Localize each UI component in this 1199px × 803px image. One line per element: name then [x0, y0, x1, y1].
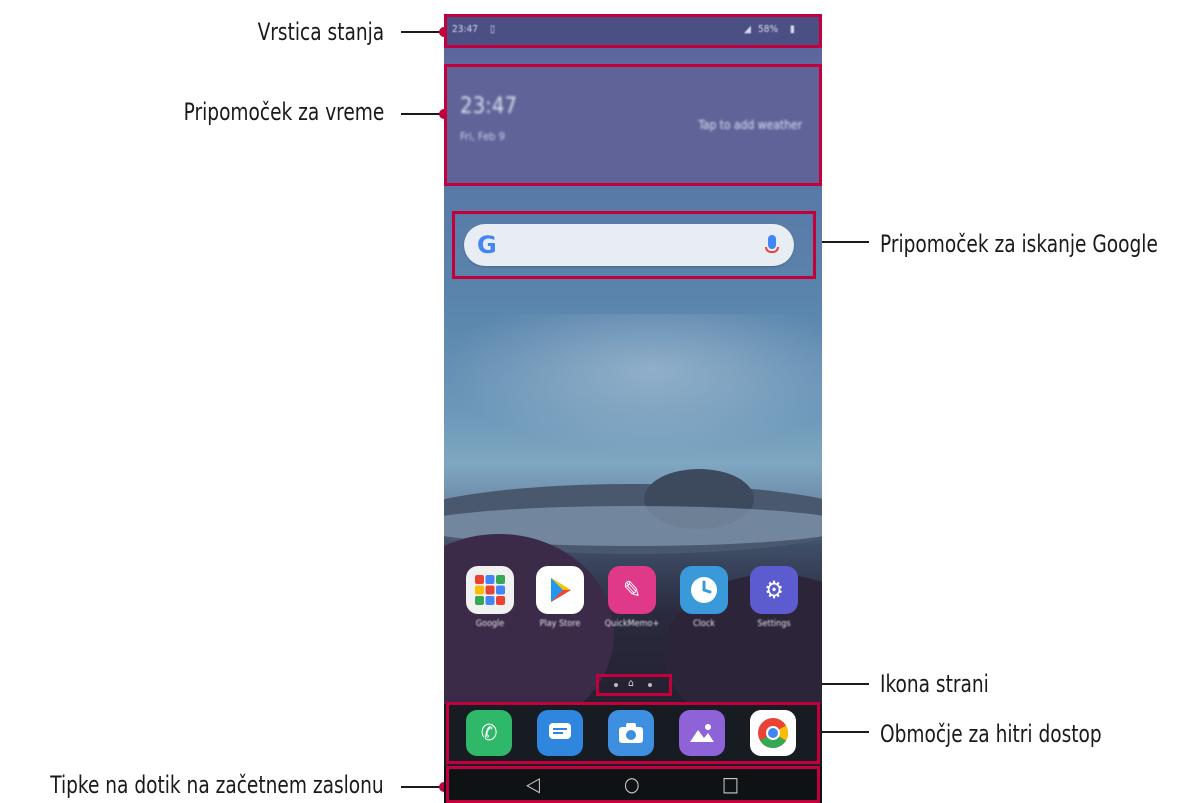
settings-icon[interactable]: ⚙ — [750, 566, 798, 614]
highlight-quick-access-area — [446, 702, 820, 764]
quickmemo-icon[interactable]: ✎ — [608, 566, 656, 614]
app-label-clock: Clock — [693, 619, 715, 629]
label-page-icon: Ikona strani — [880, 670, 989, 698]
leader-quick-access-area — [815, 731, 869, 733]
label-weather-widget: Pripomoček za vreme — [183, 98, 384, 126]
app-label-settings: Settings — [757, 619, 791, 629]
app-label-play-store: Play Store — [539, 619, 581, 629]
sky-glow — [444, 314, 822, 454]
label-status-bar: Vrstica stanja — [257, 18, 384, 46]
app-label-quickmemo: QuickMemo+ — [604, 619, 660, 629]
label-quick-access-area: Območje za hitri dostop — [880, 720, 1102, 748]
label-home-touch-keys: Tipke na dotik na začetnem zaslonu — [50, 771, 384, 799]
highlight-google-search-widget — [452, 211, 816, 279]
play-store-icon[interactable] — [536, 566, 584, 614]
leader-google-search-widget — [815, 241, 869, 243]
highlight-status-bar — [444, 14, 822, 48]
highlight-page-icon — [596, 674, 672, 696]
highlight-weather-widget — [444, 64, 822, 186]
label-google-search-widget: Pripomoček za iskanje Google — [880, 230, 1158, 258]
app-label-google: Google — [475, 619, 505, 629]
clock-icon[interactable] — [680, 566, 728, 614]
google-folder-icon[interactable] — [466, 566, 514, 614]
highlight-home-touch-keys — [446, 766, 820, 803]
phone-screen: 23:47 ▯ ◢ 58% ▮ 23:47 Fri, Feb 9 Tap to … — [444, 14, 822, 803]
